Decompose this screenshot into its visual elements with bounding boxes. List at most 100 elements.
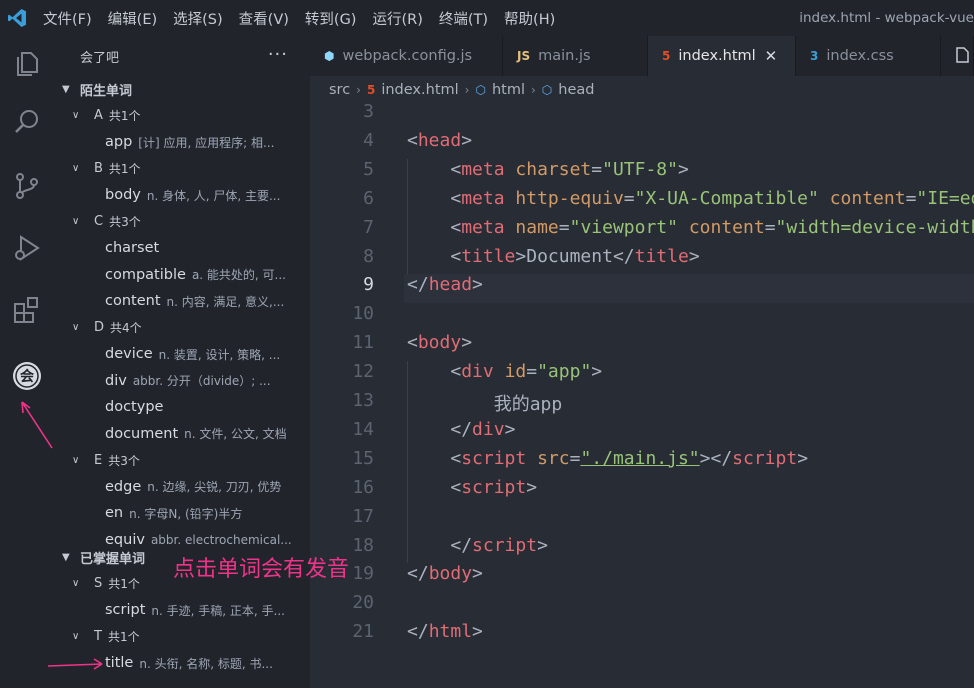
run-debug-icon[interactable] xyxy=(11,232,43,264)
group-letter: B xyxy=(94,161,103,176)
tab-overflow[interactable] xyxy=(941,36,974,76)
code-token: "width=device-width" xyxy=(775,216,974,238)
group-letter: E xyxy=(94,452,103,468)
code-line[interactable]: <script src="./main.js"></script> xyxy=(407,448,808,469)
code-line[interactable]: <div id="app"> xyxy=(407,361,602,382)
word-item[interactable]: title n. 头衔, 名称, 标题, 书... xyxy=(105,650,305,676)
code-token: < xyxy=(450,245,462,267)
code-line[interactable]: 我的app xyxy=(407,390,563,416)
word-item[interactable]: content n. 内容, 满足, 意义,... xyxy=(105,288,305,314)
tab-index-html[interactable]: 5 index.html ✕ xyxy=(648,36,796,76)
menu-item[interactable]: 编辑(E) xyxy=(108,8,157,29)
line-number: 20 xyxy=(352,592,374,614)
extensions-icon[interactable] xyxy=(11,294,43,326)
word-item[interactable]: script n. 手迹, 手稿, 正本, 手... xyxy=(105,597,305,623)
code-token: ></ xyxy=(699,447,733,469)
letter-group[interactable]: ∨ T 共1个 xyxy=(56,624,140,650)
code-line[interactable]: </head> xyxy=(407,274,483,295)
tab-webpack-config-js[interactable]: ⬢ webpack.config.js xyxy=(310,36,503,76)
section-header[interactable]: ▼ 陌生单词 xyxy=(56,76,310,102)
tab-main-js[interactable]: JS main.js xyxy=(503,36,648,76)
source-control-icon[interactable] xyxy=(11,170,43,202)
code-line[interactable]: </body> xyxy=(407,563,483,584)
vscode-logo-icon[interactable] xyxy=(7,8,27,28)
tab-index-css[interactable]: 3 index.css xyxy=(796,36,941,76)
hui-extension-icon[interactable]: 会 xyxy=(11,360,43,392)
js-icon: JS xyxy=(517,49,531,63)
code-token: script xyxy=(461,476,527,498)
word-meaning: n. 装置, 设计, 策略, ... xyxy=(158,347,281,362)
menu-item[interactable]: 运行(R) xyxy=(372,8,422,29)
code-line[interactable]: <script> xyxy=(407,477,537,498)
code-line[interactable]: <body> xyxy=(407,332,472,353)
search-icon[interactable] xyxy=(11,106,43,138)
word-text: charset xyxy=(105,240,160,256)
letter-group[interactable]: ∨ A 共1个 xyxy=(56,103,141,129)
code-line[interactable]: </div> xyxy=(407,419,515,440)
line-number: 4 xyxy=(363,129,374,151)
code-token: </ xyxy=(450,418,473,440)
code-editor[interactable]: 3 4 <head> 5 <meta charset="UTF-8"> 6 <meta … xyxy=(310,104,974,688)
word-meaning: n. 文件, 公文, 文档 xyxy=(184,427,287,441)
word-item[interactable]: app [计] 应用, 应用程序; 相... xyxy=(105,129,305,155)
breadcrumb: src › 5 index.html › ⬡ html › ⬡ head xyxy=(310,76,974,104)
code-line[interactable]: <title>Document</title> xyxy=(407,245,699,267)
letter-group[interactable]: ∨ E 共3个 xyxy=(56,447,140,473)
letter-group[interactable]: ∨ B 共1个 xyxy=(56,156,141,182)
code-line[interactable]: </script> xyxy=(407,535,548,556)
word-item[interactable]: doctype xyxy=(105,394,305,420)
word-item[interactable]: document n. 文件, 公文, 文档 xyxy=(105,421,305,447)
breadcrumb-item[interactable]: head xyxy=(558,82,594,98)
code-token: < xyxy=(450,158,462,180)
chevron-down-icon: ∨ xyxy=(72,454,80,466)
letter-group[interactable]: ∨ D 共4个 xyxy=(56,315,142,341)
breadcrumb-item[interactable]: html xyxy=(492,82,525,98)
close-icon[interactable]: ✕ xyxy=(765,47,778,65)
menu-item[interactable]: 终端(T) xyxy=(439,8,488,29)
word-item[interactable]: compatible a. 能共处的, 可... xyxy=(105,262,305,288)
line-number: 11 xyxy=(352,332,374,354)
code-token: </ xyxy=(450,534,473,556)
letter-group[interactable]: ∨ C 共3个 xyxy=(56,209,141,235)
code-token: http-equiv xyxy=(515,187,624,209)
word-item[interactable]: div abbr. 分开（divide）; ... xyxy=(105,368,305,394)
menu-item[interactable]: 文件(F) xyxy=(43,8,92,29)
word-text: body xyxy=(105,187,141,203)
breadcrumb-item[interactable]: src xyxy=(329,82,350,98)
code-line[interactable]: <head> xyxy=(407,130,472,151)
group-letter: T xyxy=(94,629,102,644)
code-line[interactable]: <meta http-equiv="X-UA-Compatible" conte… xyxy=(407,188,974,209)
code-line[interactable]: <meta charset="UTF-8"> xyxy=(407,158,688,180)
word-item[interactable]: edge n. 边缘, 尖锐, 刀刃, 优势 xyxy=(105,474,305,500)
word-item[interactable]: device n. 装置, 设计, 策略, ... xyxy=(105,341,305,367)
more-actions-icon[interactable]: ··· xyxy=(268,44,288,65)
word-meaning: n. 边缘, 尖锐, 刀刃, 优势 xyxy=(147,480,282,494)
menu-item[interactable]: 帮助(H) xyxy=(504,8,555,29)
menu-item[interactable]: 查看(V) xyxy=(239,8,289,29)
menu-item[interactable]: 选择(S) xyxy=(173,8,223,29)
menu-item[interactable]: 转到(G) xyxy=(305,8,357,29)
chevron-right-icon: › xyxy=(530,83,536,97)
code-line[interactable]: </html> xyxy=(407,621,483,642)
explorer-icon[interactable] xyxy=(11,48,43,80)
chevron-down-icon: ▼ xyxy=(62,83,70,95)
letter-group[interactable]: ∨ S 共1个 xyxy=(56,571,140,597)
menu-bar: 文件(F) 编辑(E) 选择(S) 查看(V) 转到(G) 运行(R) 终端(T) 帮助(H) xyxy=(43,8,571,29)
word-item[interactable]: en n. 字母N, (铅字)半方 xyxy=(105,500,305,526)
code-token: > xyxy=(515,245,527,267)
code-token: body xyxy=(417,332,462,354)
word-item[interactable]: charset xyxy=(105,235,305,261)
line-number: 15 xyxy=(352,447,374,469)
chevron-down-icon: ∨ xyxy=(72,163,80,174)
code-token: script xyxy=(461,447,527,469)
code-token: div xyxy=(461,361,494,383)
word-text: device xyxy=(105,346,153,362)
code-line[interactable]: <meta name="viewport" content="width=dev… xyxy=(407,217,974,238)
breadcrumb-item[interactable]: index.html xyxy=(381,82,458,98)
word-item[interactable]: body n. 身体, 人, 尸体, 主要... xyxy=(105,182,305,208)
